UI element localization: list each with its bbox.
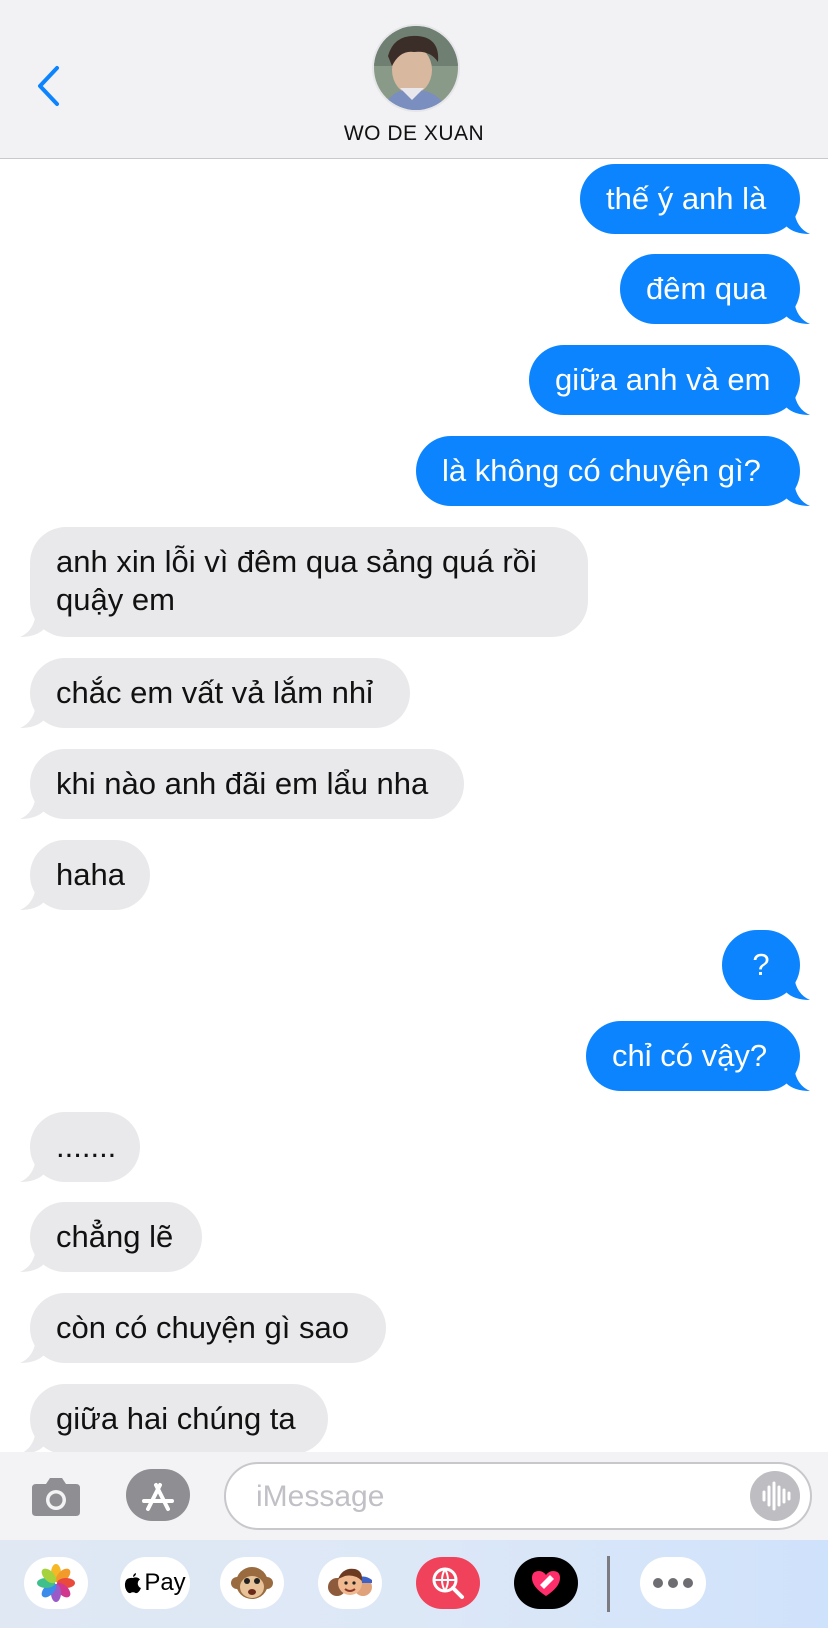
apple-pay-button[interactable]: Pay [120,1557,190,1609]
more-icon [653,1578,693,1588]
message-text: đêm qua [646,271,767,306]
message-bubble[interactable]: ? [722,930,810,1000]
camera-icon [32,1478,80,1516]
message-bubble[interactable]: thế ý anh là [580,164,810,234]
message-bubble[interactable]: đêm qua [620,254,810,324]
memoji-app-button[interactable] [318,1557,382,1609]
message-input-field[interactable] [224,1462,812,1530]
message-text: khi nào anh đãi em lẩu nha [56,766,429,801]
contact-name[interactable]: WO DE XUAN [0,122,828,146]
bubble-tail [20,1339,44,1363]
digital-touch-app-button[interactable] [514,1557,578,1609]
bubble-tail [20,704,44,728]
bubble-tail [20,1158,44,1182]
bubble-tail [23,1430,44,1452]
photos-app-button[interactable] [24,1557,88,1609]
digital-touch-icon [532,1571,560,1596]
app-drawer: Pay [0,1540,828,1628]
message-bubble[interactable]: haha [20,840,150,910]
message-text: giữa hai chúng ta [56,1401,296,1436]
bubble-tail [786,976,810,1000]
more-apps-button[interactable] [640,1557,706,1609]
message-text: ....... [56,1129,117,1164]
message-bubble[interactable]: chỉ có vậy? [586,1021,810,1091]
bubble-tail [20,613,44,637]
drawer-divider [607,1556,610,1612]
web-search-icon [432,1567,464,1599]
message-bubble[interactable]: còn có chuyện gì sao [20,1293,386,1363]
bubble-tail [20,795,44,819]
bubble-tail [786,210,810,234]
bubble-tail [786,300,810,324]
message-input[interactable] [254,1474,728,1520]
app-store-icon [142,1483,174,1511]
message-text: chắc em vất vả lắm nhỉ [56,675,374,710]
message-bubble[interactable]: giữa hai chúng ta [23,1384,328,1452]
message-bubble[interactable]: giữa anh và em [529,345,810,415]
animoji-app-button[interactable] [220,1557,284,1609]
message-text: chẳng lẽ [56,1219,174,1254]
message-text: ? [752,947,770,982]
message-text: anh xin lỗi vì đêm qua sảng quá rồi quậy… [56,544,537,617]
message-bubble[interactable]: chắc em vất vả lắm nhỉ [20,658,410,728]
bubble-tail [786,482,810,506]
monkey-animoji-icon [231,1567,273,1599]
message-text: haha [56,857,125,892]
message-list[interactable]: thế ý anh là đêm qua giữa anh và em là k… [0,160,828,1452]
audio-message-button[interactable] [750,1471,800,1521]
back-button[interactable] [30,62,66,110]
avatar-photo [374,26,458,110]
message-text: còn có chuyện gì sao [56,1310,349,1345]
message-bubble[interactable]: khi nào anh đãi em lẩu nha [20,749,464,819]
message-bubble[interactable]: chẳng lẽ [20,1202,202,1272]
apple-pay-label: Pay [144,1569,186,1596]
bubble-tail [786,1067,810,1091]
conversation-header: WO DE XUAN [0,0,828,159]
bubble-tail [786,391,810,415]
photos-icon [37,1564,75,1602]
message-bubble[interactable]: là không có chuyện gì? [416,436,810,506]
bubble-tail [20,1248,44,1272]
compose-bar [0,1452,828,1540]
message-text: thế ý anh là [606,181,767,216]
waveform-icon [762,1481,791,1511]
memoji-icon [328,1568,372,1596]
chevron-left-icon [38,66,59,106]
message-text: là không có chuyện gì? [442,453,761,488]
camera-button[interactable] [30,1472,82,1520]
apple-logo-icon [125,1573,142,1594]
message-text: giữa anh và em [555,362,771,397]
message-text: chỉ có vậy? [612,1038,768,1073]
web-search-app-button[interactable] [416,1557,480,1609]
app-store-button[interactable] [126,1469,190,1521]
bubble-tail [20,886,44,910]
message-bubble[interactable]: ....... [20,1112,140,1182]
message-bubble[interactable]: anh xin lỗi vì đêm qua sảng quá rồi quậy… [20,527,588,637]
contact-avatar[interactable] [372,24,460,112]
